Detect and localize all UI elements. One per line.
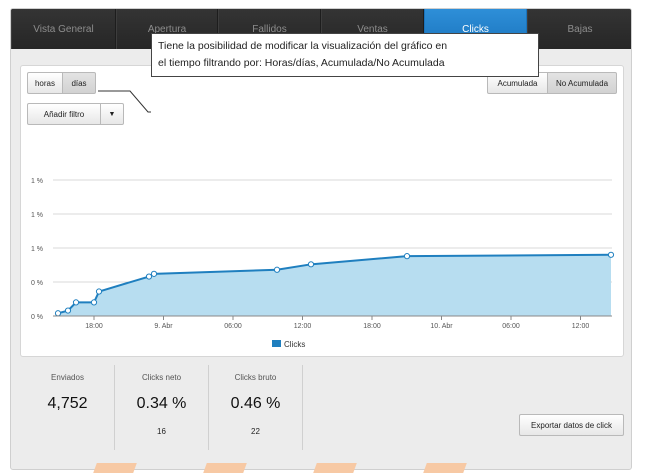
caret-down-icon: ▼ [108, 110, 116, 118]
x-tick-label: 12:00 [294, 323, 312, 330]
tab-bajas[interactable]: Bajas [527, 9, 631, 49]
y-tick-label: 1 % [31, 178, 43, 185]
data-point [403, 253, 411, 260]
stat-enviados: Enviados 4,752 [20, 365, 115, 450]
stat-clicks-bruto: Clicks bruto 0.46 % 22 [208, 365, 303, 450]
data-point [145, 273, 153, 280]
chart-panel: horas días Añadir filtro ▼ Acumulada No … [20, 65, 624, 357]
stat-label: Clicks neto [141, 373, 182, 382]
data-point [95, 288, 103, 295]
tab-vista-general[interactable]: Vista General [11, 9, 116, 49]
horas-button[interactable]: horas [27, 72, 63, 94]
series-area [58, 254, 611, 316]
data-point [90, 299, 98, 306]
stat-value: 0.34 % [136, 395, 187, 412]
stat-label: Enviados [51, 373, 84, 382]
y-tick-label: 0 % [31, 314, 43, 321]
dias-button[interactable]: días [62, 72, 96, 94]
stat-count: 22 [251, 427, 260, 436]
legend-label: Clicks [284, 340, 305, 349]
stat-label: Clicks bruto [234, 373, 277, 382]
footer-watermark-strip [0, 463, 645, 473]
callout-line-1: Tiene la posibilidad de modificar la vis… [158, 40, 448, 52]
add-filter-button[interactable]: Añadir filtro [27, 103, 101, 125]
data-point [150, 270, 158, 277]
clicks-chart: 1 % 1 % 1 % 0 % 0 % 18:00 9. Abr 06:00 12:00 18:0… [31, 178, 615, 349]
help-callout: Tiene la posibilidad de modificar la vis… [151, 33, 539, 77]
app-frame: Vista General Apertura Fallidos Ventas C… [10, 8, 632, 470]
stat-clicks-neto: Clicks neto 0.34 % 16 [114, 365, 209, 450]
data-point [72, 299, 80, 306]
x-tick-label: 12:00 [572, 323, 590, 330]
data-point [607, 251, 615, 258]
x-tick-label: 06:00 [502, 323, 520, 330]
data-point [307, 261, 315, 268]
add-filter-dropdown[interactable]: ▼ [100, 103, 124, 125]
data-point [54, 310, 62, 317]
x-tick-label: 18:00 [85, 323, 103, 330]
callout-line-2: el tiempo filtrando por: Horas/días, Acu… [158, 57, 445, 69]
x-tick-label: 9. Abr [154, 323, 173, 330]
no-acumulada-button[interactable]: No Acumulada [547, 72, 617, 94]
stat-value: 4,752 [47, 395, 88, 412]
stat-count: 16 [157, 427, 166, 436]
data-point [64, 307, 72, 314]
y-tick-label: 1 % [31, 212, 43, 219]
legend-swatch [272, 340, 281, 347]
x-tick-label: 18:00 [363, 323, 381, 330]
x-tick-label: 06:00 [224, 323, 242, 330]
y-tick-label: 1 % [31, 246, 43, 253]
y-tick-label: 0 % [31, 280, 43, 287]
export-clicks-button[interactable]: Exportar datos de click [519, 414, 624, 436]
data-point [273, 266, 281, 273]
stat-value: 0.46 % [230, 395, 281, 412]
x-tick-label: 10. Abr [430, 323, 453, 330]
